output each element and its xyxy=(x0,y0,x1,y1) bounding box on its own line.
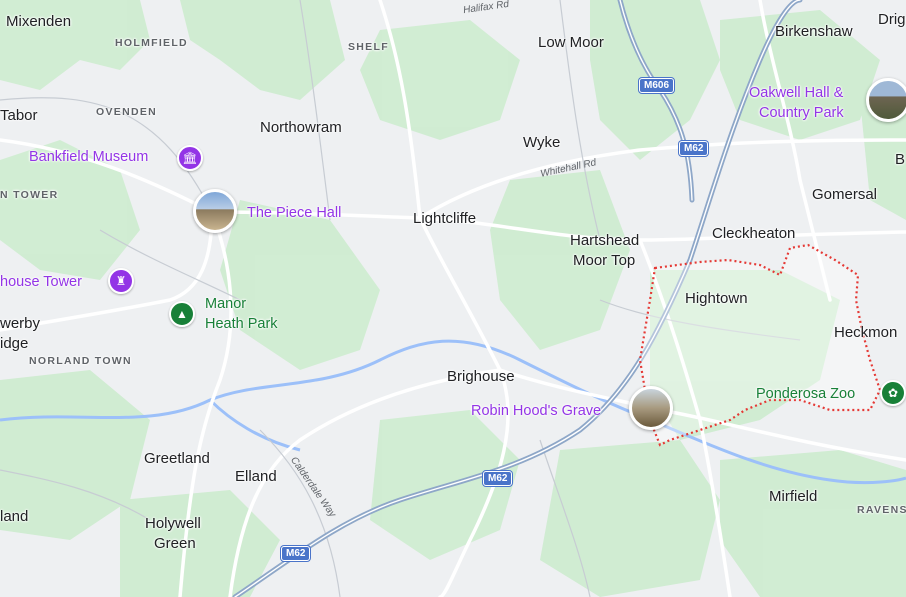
museum-icon[interactable]: 🏛 xyxy=(177,145,203,171)
paw-icon[interactable]: ✿ xyxy=(880,380,906,406)
label-ponderosa-zoo[interactable]: Ponderosa Zoo xyxy=(756,386,855,402)
label-land: land xyxy=(0,508,29,525)
shield-m62-mid: M62 xyxy=(483,471,513,486)
label-elland: Elland xyxy=(235,468,277,485)
label-holmfield: HOLMFIELD xyxy=(115,37,188,49)
label-country-park[interactable]: Country Park xyxy=(759,105,844,121)
label-ovenden: OVENDEN xyxy=(96,106,158,118)
label-bankfield-museum[interactable]: Bankfield Museum xyxy=(29,149,148,165)
label-wyke: Wyke xyxy=(523,134,561,151)
label-n-tower: N TOWER xyxy=(0,189,59,201)
label-greetland: Greetland xyxy=(144,450,210,467)
label-idge: idge xyxy=(0,335,29,352)
label-drig: Drig xyxy=(878,11,906,28)
label-shelf: SHELF xyxy=(348,41,389,53)
map-canvas[interactable]: Mixenden HOLMFIELD SHELF Halifax Rd Low … xyxy=(0,0,906,597)
label-northowram: Northowram xyxy=(260,119,342,136)
label-lightcliffe: Lightcliffe xyxy=(413,210,477,227)
label-gomersal: Gomersal xyxy=(812,186,878,203)
label-low-moor: Low Moor xyxy=(538,34,604,51)
label-hightown: Hightown xyxy=(685,290,748,307)
label-mirfield: Mirfield xyxy=(769,488,818,505)
label-holywell: Holywell xyxy=(145,515,201,532)
robin-hood-photo-icon[interactable] xyxy=(629,386,673,430)
piece-hall-photo-icon[interactable] xyxy=(193,189,237,233)
label-piece-hall[interactable]: The Piece Hall xyxy=(247,205,341,221)
label-werby: werby xyxy=(0,315,41,332)
oakwell-photo-icon[interactable] xyxy=(866,78,906,122)
label-mixenden: Mixenden xyxy=(6,13,72,30)
shield-m62-south: M62 xyxy=(281,546,311,561)
label-robin-hoods-grave[interactable]: Robin Hood's Grave xyxy=(471,403,601,419)
label-moor-top: Moor Top xyxy=(573,252,636,269)
shield-m606: M606 xyxy=(639,78,675,93)
label-manor[interactable]: Manor xyxy=(205,296,246,312)
label-brighouse: Brighouse xyxy=(447,368,515,385)
label-house-tower[interactable]: house Tower xyxy=(0,274,82,290)
tree-icon[interactable]: ▲ xyxy=(169,301,195,327)
label-green: Green xyxy=(154,535,196,552)
label-norland-town: NORLAND TOWN xyxy=(29,355,132,367)
castle-icon[interactable]: ♜ xyxy=(108,268,134,294)
label-hartshead: Hartshead xyxy=(570,232,640,249)
label-heath-park[interactable]: Heath Park xyxy=(205,316,278,332)
label-oakwell-hall[interactable]: Oakwell Hall & xyxy=(749,85,843,101)
label-birkenshaw: Birkenshaw xyxy=(775,23,853,40)
label-heckmon: Heckmon xyxy=(834,324,898,341)
shield-m62-north: M62 xyxy=(679,141,709,156)
label-cleckheaton: Cleckheaton xyxy=(712,225,796,242)
label-ravens: RAVENS xyxy=(857,504,906,516)
label-tabor: Tabor xyxy=(0,107,38,124)
label-b-edge: B xyxy=(895,151,906,168)
